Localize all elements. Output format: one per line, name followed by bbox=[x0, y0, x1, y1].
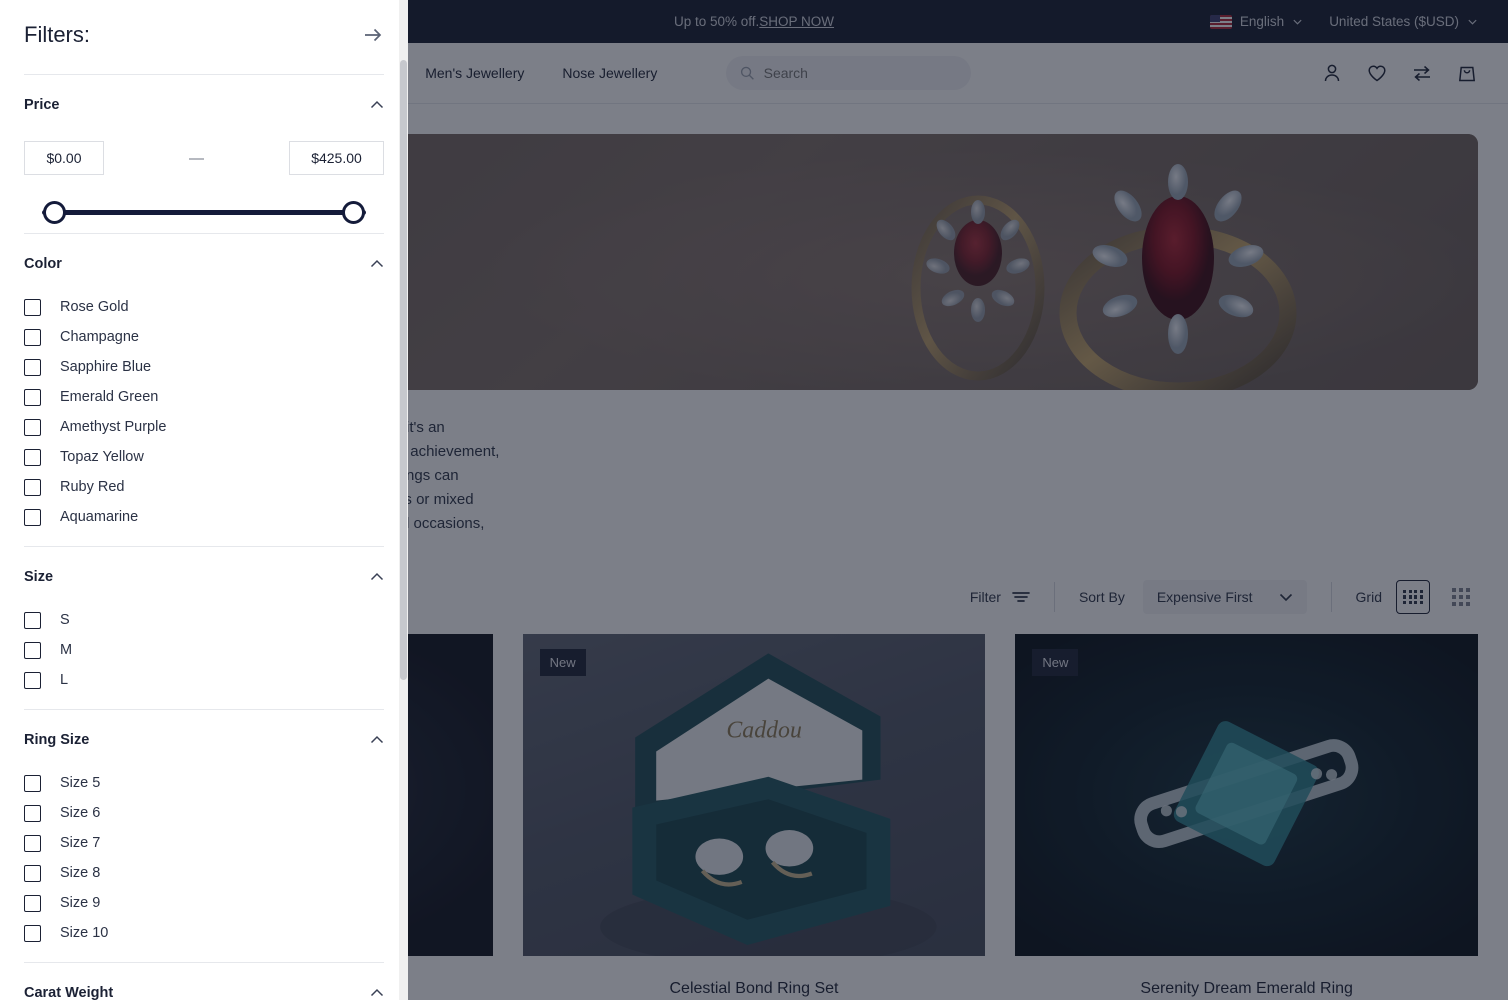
checkbox[interactable] bbox=[24, 418, 41, 436]
filter-option-ruby-red[interactable]: Ruby Red bbox=[24, 472, 384, 502]
chevron-up-icon[interactable] bbox=[370, 572, 384, 582]
filter-section-title: Color bbox=[24, 256, 62, 272]
filter-option-rose-gold[interactable]: Rose Gold bbox=[24, 292, 384, 322]
filters-title: Filters: bbox=[24, 22, 90, 47]
checkbox[interactable] bbox=[24, 804, 41, 822]
drawer-scrollbar-thumb[interactable] bbox=[400, 60, 407, 680]
slider-knob-min[interactable] bbox=[43, 201, 66, 224]
filter-option-size-m[interactable]: M bbox=[24, 635, 384, 665]
price-range-slider[interactable] bbox=[24, 193, 384, 233]
filter-section-carat-weight: Carat Weight 0.50 Carat bbox=[24, 963, 384, 1000]
checkbox[interactable] bbox=[24, 388, 41, 406]
filter-option-emerald-green[interactable]: Emerald Green bbox=[24, 382, 384, 412]
option-label: Size 10 bbox=[60, 925, 109, 941]
option-label: Champagne bbox=[60, 329, 139, 345]
filter-section-header[interactable]: Color bbox=[24, 256, 384, 276]
option-label: L bbox=[60, 672, 69, 688]
chevron-up-icon[interactable] bbox=[370, 988, 384, 998]
filter-option-aquamarine[interactable]: Aquamarine bbox=[24, 502, 384, 532]
option-label: Aquamarine bbox=[60, 509, 139, 525]
price-min-input[interactable]: $0.00 bbox=[24, 141, 104, 175]
slider-knob-max[interactable] bbox=[342, 201, 365, 224]
filter-option-ring-size-5[interactable]: Size 5 bbox=[24, 768, 384, 798]
filter-section-title: Carat Weight bbox=[24, 985, 114, 1000]
color-options: Rose Gold Champagne Sapphire Blue Emeral… bbox=[24, 276, 384, 546]
price-range-inputs: $0.00 — $425.00 bbox=[24, 117, 384, 175]
checkbox[interactable] bbox=[24, 358, 41, 376]
filter-section-title: Size bbox=[24, 569, 54, 585]
filter-section-title: Ring Size bbox=[24, 732, 90, 748]
checkbox[interactable] bbox=[24, 864, 41, 882]
checkbox[interactable] bbox=[24, 478, 41, 496]
checkbox[interactable] bbox=[24, 298, 41, 316]
option-label: Ruby Red bbox=[60, 479, 125, 495]
checkbox[interactable] bbox=[24, 924, 41, 942]
filter-option-sapphire-blue[interactable]: Sapphire Blue bbox=[24, 352, 384, 382]
arrow-right-icon[interactable] bbox=[362, 24, 384, 46]
filter-option-size-l[interactable]: L bbox=[24, 665, 384, 695]
slider-track bbox=[42, 210, 366, 215]
ring-size-options: Size 5 Size 6 Size 7 Size 8 Size 9 Size … bbox=[24, 752, 384, 962]
filter-option-ring-size-9[interactable]: Size 9 bbox=[24, 888, 384, 918]
chevron-up-icon[interactable] bbox=[370, 100, 384, 110]
chevron-up-icon[interactable] bbox=[370, 735, 384, 745]
checkbox[interactable] bbox=[24, 834, 41, 852]
filters-header: Filters: bbox=[24, 0, 384, 74]
option-label: Size 8 bbox=[60, 865, 101, 881]
price-max-input[interactable]: $425.00 bbox=[289, 141, 384, 175]
option-label: Amethyst Purple bbox=[60, 419, 167, 435]
filter-option-ring-size-10[interactable]: Size 10 bbox=[24, 918, 384, 948]
checkbox[interactable] bbox=[24, 894, 41, 912]
filter-option-champagne[interactable]: Champagne bbox=[24, 322, 384, 352]
option-label: Size 9 bbox=[60, 895, 101, 911]
checkbox[interactable] bbox=[24, 328, 41, 346]
filter-section-header[interactable]: Size bbox=[24, 569, 384, 589]
checkbox[interactable] bbox=[24, 611, 41, 629]
filter-option-ring-size-8[interactable]: Size 8 bbox=[24, 858, 384, 888]
chevron-up-icon[interactable] bbox=[370, 259, 384, 269]
filter-option-ring-size-7[interactable]: Size 7 bbox=[24, 828, 384, 858]
checkbox[interactable] bbox=[24, 508, 41, 526]
app-root: Up to 50% off.SHOP NOW English United St… bbox=[0, 0, 1508, 1000]
filters-drawer: Filters: Price $0.00 — $425.00 Color Ros… bbox=[0, 0, 408, 1000]
filter-option-size-s[interactable]: S bbox=[24, 605, 384, 635]
option-label: Size 6 bbox=[60, 805, 101, 821]
option-label: Size 7 bbox=[60, 835, 101, 851]
filters-scroll-area: Filters: Price $0.00 — $425.00 Color Ros… bbox=[0, 0, 408, 1000]
filter-section-title: Price bbox=[24, 97, 60, 113]
option-label: Topaz Yellow bbox=[60, 449, 144, 465]
checkbox[interactable] bbox=[24, 641, 41, 659]
checkbox[interactable] bbox=[24, 671, 41, 689]
filter-section-ring-size: Ring Size Size 5 Size 6 Size 7 Size 8 Si… bbox=[24, 710, 384, 962]
filter-section-price: Price $0.00 — $425.00 bbox=[24, 75, 384, 233]
filter-section-header[interactable]: Ring Size bbox=[24, 732, 384, 752]
checkbox[interactable] bbox=[24, 448, 41, 466]
filter-option-amethyst-purple[interactable]: Amethyst Purple bbox=[24, 412, 384, 442]
option-label: M bbox=[60, 642, 73, 658]
price-range-separator: — bbox=[189, 149, 204, 167]
filter-section-header[interactable]: Price bbox=[24, 97, 384, 117]
option-label: S bbox=[60, 612, 70, 628]
option-label: Sapphire Blue bbox=[60, 359, 152, 375]
option-label: Size 5 bbox=[60, 775, 101, 791]
size-options: S M L bbox=[24, 589, 384, 709]
option-label: Rose Gold bbox=[60, 299, 129, 315]
filter-section-header[interactable]: Carat Weight bbox=[24, 985, 384, 1000]
option-label: Emerald Green bbox=[60, 389, 159, 405]
filter-option-ring-size-6[interactable]: Size 6 bbox=[24, 798, 384, 828]
checkbox[interactable] bbox=[24, 774, 41, 792]
filter-option-topaz-yellow[interactable]: Topaz Yellow bbox=[24, 442, 384, 472]
filter-section-size: Size S M L bbox=[24, 547, 384, 709]
filter-section-color: Color Rose Gold Champagne Sapphire Blue … bbox=[24, 234, 384, 546]
